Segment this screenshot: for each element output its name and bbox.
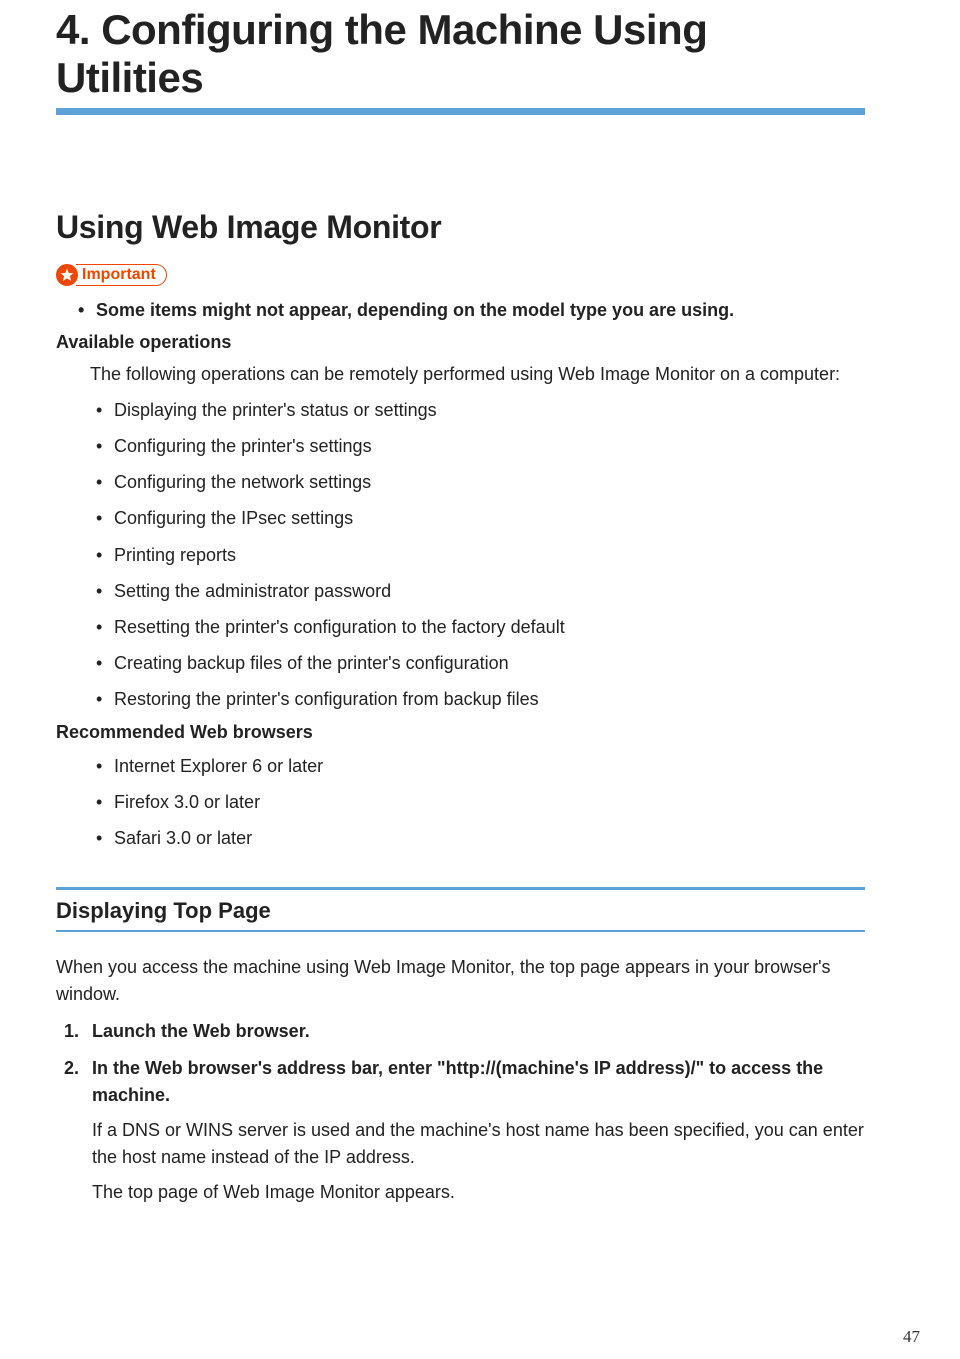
list-item: Restoring the printer's configuration fr…	[114, 686, 865, 712]
important-note-item: Some items might not appear, depending o…	[96, 298, 865, 322]
step-body-text: If a DNS or WINS server is used and the …	[92, 1117, 865, 1171]
list-item: Internet Explorer 6 or later	[114, 753, 865, 779]
chapter-rule	[56, 108, 865, 115]
subsection-rule-bottom	[56, 930, 865, 932]
subsection-heading: Displaying Top Page	[56, 896, 865, 926]
important-label-wrap: Important	[76, 264, 167, 286]
page-number: 47	[903, 1327, 920, 1347]
page-content: 4 4. Configuring the Machine Using Utili…	[0, 0, 960, 1206]
steps-list: Launch the Web browser. In the Web brows…	[56, 1018, 865, 1206]
subsection-rule-top	[56, 887, 865, 890]
def-intro: The following operations can be remotely…	[90, 361, 865, 387]
step-body-text: The top page of Web Image Monitor appear…	[92, 1179, 865, 1206]
step-head: In the Web browser's address bar, enter …	[92, 1055, 865, 1109]
important-badge: Important	[56, 264, 167, 286]
list-item: Firefox 3.0 or later	[114, 789, 865, 815]
list-item: Printing reports	[114, 542, 865, 568]
list-item: Resetting the printer's configuration to…	[114, 614, 865, 640]
browsers-list: Internet Explorer 6 or later Firefox 3.0…	[56, 753, 865, 851]
list-item: Displaying the printer's status or setti…	[114, 397, 865, 423]
step-item: Launch the Web browser.	[92, 1018, 865, 1045]
list-item: Configuring the printer's settings	[114, 433, 865, 459]
section-heading: Using Web Image Monitor	[56, 209, 865, 246]
def-term-available-ops: Available operations	[56, 332, 865, 353]
list-item: Setting the administrator password	[114, 578, 865, 604]
list-item: Configuring the IPsec settings	[114, 505, 865, 531]
important-note-list: Some items might not appear, depending o…	[56, 298, 865, 322]
list-item: Configuring the network settings	[114, 469, 865, 495]
def-term-browsers: Recommended Web browsers	[56, 722, 865, 743]
available-ops-list: Displaying the printer's status or setti…	[56, 397, 865, 712]
star-icon	[56, 264, 78, 286]
step-item: In the Web browser's address bar, enter …	[92, 1055, 865, 1206]
chapter-title: 4. Configuring the Machine Using Utiliti…	[56, 0, 865, 102]
list-item: Safari 3.0 or later	[114, 825, 865, 851]
list-item: Creating backup files of the printer's c…	[114, 650, 865, 676]
important-label: Important	[82, 265, 156, 285]
step-head: Launch the Web browser.	[92, 1018, 865, 1045]
subsection-intro: When you access the machine using Web Im…	[56, 954, 865, 1008]
